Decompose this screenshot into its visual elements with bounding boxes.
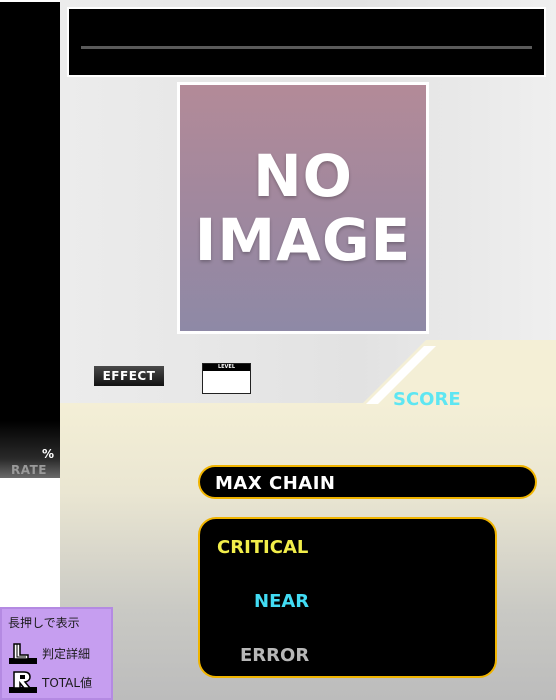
score-label: SCORE bbox=[393, 389, 461, 410]
help-label-details: 判定詳細 bbox=[42, 646, 91, 661]
title-divider bbox=[81, 46, 532, 49]
result-screen: % RATE NO IMAGE EFFECT LEVEL SCORE MAX C… bbox=[0, 0, 556, 700]
jacket-placeholder-line1: NO bbox=[253, 142, 353, 210]
level-header: LEVEL bbox=[203, 364, 250, 371]
max-chain-label: MAX CHAIN bbox=[215, 473, 336, 494]
jacket-placeholder-line2: IMAGE bbox=[194, 206, 412, 274]
max-chain-box: MAX CHAIN bbox=[198, 465, 537, 499]
rate-gauge: % RATE bbox=[0, 2, 60, 478]
critical-label: CRITICAL bbox=[217, 537, 309, 558]
rate-label: RATE bbox=[11, 463, 47, 477]
r-key-icon bbox=[9, 671, 37, 693]
song-title-box bbox=[67, 7, 546, 77]
hold-help-panel: 長押しで表示 判定詳細 TOTAL値 bbox=[0, 607, 113, 700]
level-box: LEVEL bbox=[202, 363, 251, 394]
jacket-image: NO IMAGE bbox=[177, 82, 429, 334]
help-row-total[interactable]: TOTAL値 bbox=[8, 670, 92, 694]
error-label: ERROR bbox=[240, 645, 310, 666]
l-key-icon bbox=[9, 643, 37, 664]
rate-percent-sign: % bbox=[41, 447, 54, 461]
near-label: NEAR bbox=[254, 591, 310, 612]
help-row-details[interactable]: 判定詳細 bbox=[8, 641, 90, 665]
help-title: 長押しで表示 bbox=[8, 616, 80, 630]
judgement-box: CRITICAL NEAR ERROR bbox=[198, 517, 497, 678]
help-label-total: TOTAL値 bbox=[42, 675, 93, 690]
effect-badge: EFFECT bbox=[94, 366, 164, 386]
